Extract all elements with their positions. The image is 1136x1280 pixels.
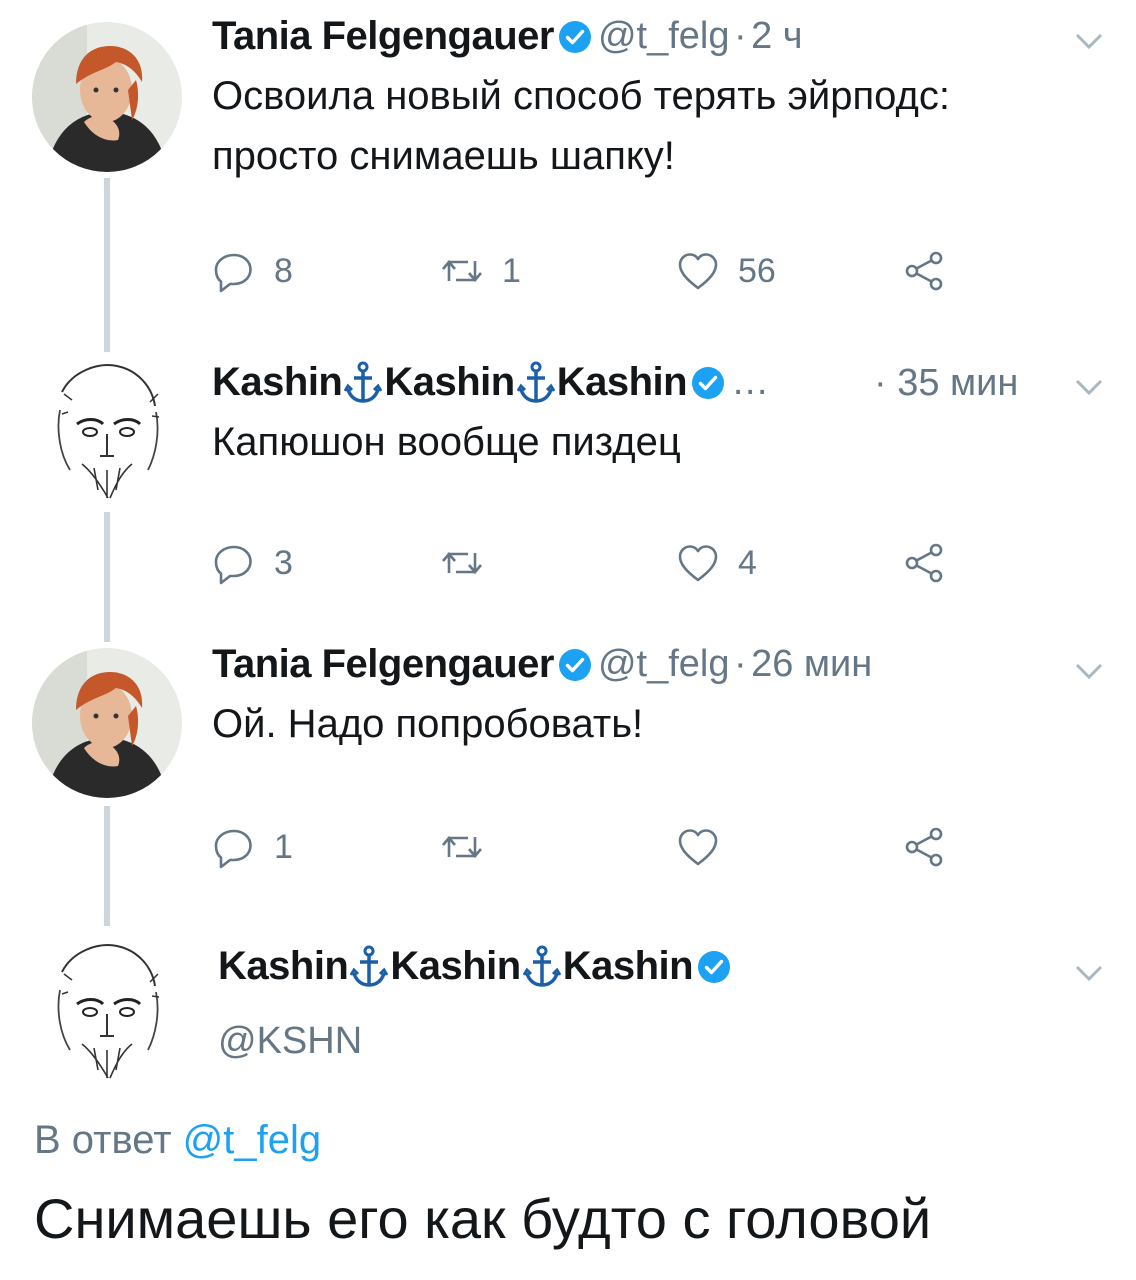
like-button[interactable]: 56 [676,246,776,296]
tweet-text: Освоила новый способ терять эйрподс: про… [212,66,1096,186]
tweet-header: Tania Felgengauer @t_felg · 2 ч [212,14,1096,64]
avatar[interactable] [32,648,182,798]
author-name-part[interactable]: Kashin [212,360,343,404]
tweet-header: Kashin Kashin Kashin … · 35 мин [212,360,1096,410]
reply-button[interactable]: 8 [212,246,293,296]
tweet-text-line: Освоила новый способ терять эйрподс: [212,74,950,118]
author-name-part[interactable]: Kashin [390,944,521,988]
timestamp[interactable]: 26 мин [751,643,872,685]
author-name[interactable]: Tania Felgengauer [212,14,554,58]
like-button[interactable]: 4 [676,538,757,588]
author-name-part[interactable]: Kashin [218,944,349,988]
reply-count: 8 [274,251,293,290]
share-icon [902,825,946,869]
reply-button[interactable]: 3 [212,538,293,588]
chevron-down-icon[interactable] [1072,370,1106,404]
reply-count: 3 [274,543,293,582]
timestamp[interactable]: 2 ч [751,15,803,57]
tweet-text: Капюшон вообще пиздец [212,420,681,464]
anchor-icon [344,361,382,405]
chevron-down-icon[interactable] [1072,24,1106,58]
main-tweet-text: Снимаешь его как будто с головой [34,1187,932,1250]
anchor-icon [517,361,555,405]
reply-prefix: В ответ [34,1118,172,1162]
author-handle[interactable]: @KSHN [218,1020,362,1063]
like-button[interactable] [676,822,720,872]
thread-line [104,512,110,642]
tweet-actions: 8 1 56 [212,246,972,296]
chevron-down-icon[interactable] [1072,956,1106,990]
author-handle[interactable]: @t_felg [598,15,730,57]
verified-badge-icon [697,950,731,984]
thread-line [104,806,110,926]
like-icon [676,825,720,869]
share-button[interactable] [902,538,946,588]
share-icon [902,249,946,293]
main-tweet-header: Kashin Kashin Kashin [218,944,1096,994]
avatar[interactable] [32,932,182,1082]
reply-context: В ответ @t_felg [34,1118,321,1163]
avatar[interactable] [32,22,182,172]
reply-button[interactable]: 1 [212,822,293,872]
reply-icon [212,249,256,293]
retweet-icon [440,541,484,585]
reply-handle-link[interactable]: @t_felg [183,1118,321,1162]
avatar[interactable] [32,352,182,502]
thread-line [104,178,110,354]
retweet-count: 1 [502,251,521,290]
author-handle[interactable]: @t_felg [598,643,730,685]
like-count: 4 [738,543,757,582]
share-button[interactable] [902,246,946,296]
retweet-icon [440,249,484,293]
like-count: 56 [738,251,776,290]
anchor-icon [523,945,561,989]
retweet-button[interactable]: 1 [440,246,521,296]
tweet-actions: 3 4 [212,538,972,588]
verified-badge-icon [691,366,725,400]
chevron-down-icon[interactable] [1072,654,1106,688]
reply-count: 1 [274,827,293,866]
separator: · [733,643,747,685]
share-button[interactable] [902,822,946,872]
timestamp[interactable]: · 35 мин [874,362,1018,405]
reply-icon [212,541,256,585]
like-icon [676,541,720,585]
author-name[interactable]: Tania Felgengauer [212,642,554,686]
author-name-part[interactable]: Kashin [384,360,515,404]
truncation-dots: … [731,361,770,403]
author-name-part[interactable]: Kashin [557,360,688,404]
tweet-text: Ой. Надо попробовать! [212,702,644,746]
retweet-button[interactable] [440,822,484,872]
tweet-text-line: просто снимаешь шапку! [212,134,675,178]
author-name-part[interactable]: Kashin [563,944,694,988]
anchor-icon [350,945,388,989]
tweet-actions: 1 [212,822,972,872]
retweet-button[interactable] [440,538,484,588]
like-icon [676,249,720,293]
tweet-header: Tania Felgengauer @t_felg · 26 мин [212,642,1096,692]
verified-badge-icon [558,20,592,54]
verified-badge-icon [558,648,592,682]
retweet-icon [440,825,484,869]
separator: · [733,15,747,57]
share-icon [902,541,946,585]
reply-icon [212,825,256,869]
